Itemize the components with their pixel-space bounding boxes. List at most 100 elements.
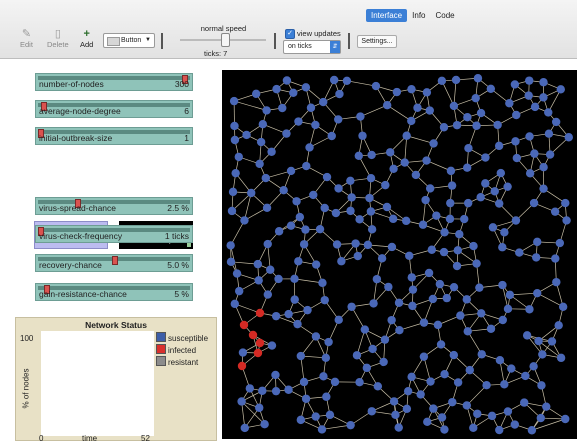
susceptible-node (264, 290, 272, 298)
susceptible-node (557, 354, 565, 362)
susceptible-node (512, 216, 520, 224)
slider-label: initial-outbreak-size (39, 133, 112, 143)
susceptible-node (252, 90, 260, 98)
susceptible-node (523, 331, 531, 339)
tab-interface[interactable]: Interface (366, 9, 407, 22)
susceptible-node (450, 351, 458, 359)
tab-code[interactable]: Code (430, 9, 459, 22)
susceptible-node (262, 174, 270, 182)
susceptible-node (407, 373, 415, 381)
plot-y-label: % of nodes (22, 359, 31, 419)
susceptible-node (368, 345, 376, 353)
susceptible-node (287, 221, 295, 229)
ticks-counter: ticks: 7 (204, 49, 227, 58)
tab-info[interactable]: Info (407, 9, 430, 22)
susceptible-node (233, 269, 241, 277)
susceptible-node (562, 216, 570, 224)
slider-recovery-chance[interactable]: recovery-chance 5.0 % (35, 254, 193, 272)
susceptible-node (447, 167, 455, 175)
view-updates-checkbox[interactable]: ✓ (285, 29, 295, 39)
susceptible-node (440, 425, 448, 433)
trash-icon: ▯ (47, 28, 69, 40)
slider-gain-resistance-chance[interactable]: gain-resistance-chance 5 % (35, 283, 193, 301)
susceptible-node (500, 228, 508, 236)
susceptible-node (354, 252, 362, 260)
susceptible-node (408, 302, 416, 310)
susceptible-node (440, 228, 448, 236)
susceptible-node (464, 144, 472, 152)
legend-item-infected: infected (156, 344, 196, 355)
pencil-icon: ✎ (20, 28, 33, 40)
susceptible-node (379, 358, 387, 366)
susceptible-node (525, 91, 533, 99)
susceptible-node (320, 204, 328, 212)
susceptible-node (426, 377, 434, 385)
susceptible-node (228, 207, 236, 215)
network-link (244, 193, 251, 220)
widget-type-select[interactable]: Button ▼ (103, 33, 155, 48)
susceptible-node (456, 311, 464, 319)
slider-value: 5 % (174, 289, 189, 299)
infected-node (256, 339, 264, 347)
slider-virus-spread-chance[interactable]: virus-spread-chance 2.5 % (35, 197, 193, 215)
edit-button[interactable]: ✎ Edit (20, 28, 33, 49)
susceptible-node (271, 371, 279, 379)
network-status-plot: Network Status 100 % of nodes 0 time 52 … (15, 317, 217, 441)
susceptible-node (512, 111, 520, 119)
add-label: Add (80, 40, 93, 49)
slider-value: 6 (184, 106, 189, 116)
slider-virus-check-frequency[interactable]: virus-check-frequency 1 ticks (35, 225, 193, 243)
susceptible-node (255, 160, 263, 168)
susceptible-node (272, 312, 280, 320)
susceptible-node (530, 149, 538, 157)
susceptible-node (525, 305, 533, 313)
susceptible-node (473, 410, 481, 418)
separator (161, 33, 163, 49)
susceptible-node (537, 381, 545, 389)
susceptible-node (372, 82, 380, 90)
susceptible-node (481, 153, 489, 161)
infected-node (249, 331, 257, 339)
susceptible-node (408, 273, 416, 281)
slider-initial-outbreak-size[interactable]: initial-outbreak-size 1 (35, 127, 193, 145)
plot-y-max: 100 (20, 334, 33, 343)
susceptible-node (335, 90, 343, 98)
world-view[interactable] (222, 70, 577, 439)
susceptible-node (420, 318, 428, 326)
settings-button[interactable]: Settings... (357, 35, 397, 48)
susceptible-node (343, 77, 351, 85)
button-widget-icon (107, 37, 120, 46)
susceptible-node (404, 387, 412, 395)
susceptible-node (498, 243, 506, 251)
delete-button[interactable]: ▯ Delete (47, 28, 69, 49)
susceptible-node (526, 169, 534, 177)
susceptible-node (402, 217, 410, 225)
slider-number-of-nodes[interactable]: number-of-nodes 300 (35, 73, 193, 91)
susceptible-node (318, 279, 326, 287)
slider-thumb[interactable] (112, 256, 118, 265)
speed-slider-thumb[interactable] (221, 33, 230, 47)
slider-average-node-degree[interactable]: average-node-degree 6 (35, 100, 193, 118)
susceptible-node (511, 137, 519, 145)
susceptible-node (324, 338, 332, 346)
susceptible-node (293, 320, 301, 328)
susceptible-node (495, 426, 503, 434)
legend-swatch (156, 344, 166, 354)
susceptible-node (491, 187, 499, 195)
susceptible-node (300, 240, 308, 248)
widget-type-value: Button (121, 34, 141, 47)
susceptible-node (556, 239, 564, 247)
slider-value: 300 (175, 79, 189, 89)
susceptible-node (226, 241, 234, 249)
susceptible-node (255, 404, 263, 412)
susceptible-node (300, 378, 308, 386)
susceptible-node (419, 221, 427, 229)
susceptible-node (390, 397, 398, 405)
susceptible-node (551, 254, 559, 262)
susceptible-node (464, 199, 472, 207)
update-mode-select[interactable]: on ticks ⇵ (283, 40, 341, 54)
susceptible-node (500, 380, 508, 388)
susceptible-node (416, 390, 424, 398)
network-link (537, 293, 563, 307)
add-button[interactable]: + Add (80, 28, 93, 49)
